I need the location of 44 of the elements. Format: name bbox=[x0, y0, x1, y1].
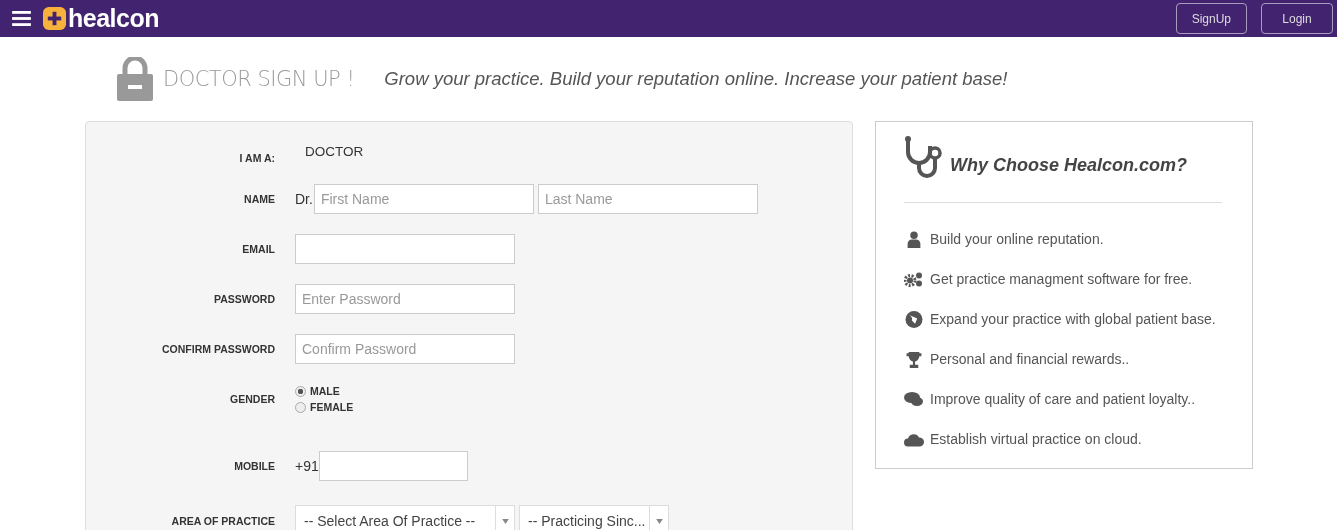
role-value: DOCTOR bbox=[304, 144, 364, 159]
field-label: EMAIL bbox=[242, 243, 275, 255]
stethoscope-icon bbox=[904, 136, 944, 180]
benefit-text: Establish virtual practice on cloud. bbox=[930, 431, 1142, 447]
benefit-text: Improve quality of care and patient loyalty.. bbox=[930, 391, 1196, 407]
field-label: NAME bbox=[244, 193, 275, 205]
text-field[interactable] bbox=[295, 234, 515, 264]
caret-icon bbox=[655, 518, 663, 524]
name-field[interactable]: Last Name bbox=[537, 184, 758, 214]
trophy-icon bbox=[904, 350, 924, 368]
menu-icon[interactable] bbox=[12, 11, 31, 26]
text-field[interactable]: Enter Password bbox=[295, 284, 515, 314]
field-label: CONFIRM PASSWORD bbox=[162, 343, 275, 355]
name-prefix: Dr. bbox=[295, 191, 313, 207]
mobile-field[interactable] bbox=[318, 451, 468, 481]
benefits-title: Why Choose Healcon.com? bbox=[950, 155, 1188, 177]
field-label: PASSWORD bbox=[213, 293, 275, 305]
radio-button[interactable] bbox=[295, 385, 306, 397]
dropdown[interactable]: -- Select Area Of Practice -- bbox=[295, 505, 515, 530]
dropdown[interactable]: -- Practicing Sinc... bbox=[519, 505, 669, 530]
logo-text[interactable]: healcon bbox=[68, 6, 159, 31]
field-label: GENDER bbox=[230, 393, 275, 405]
country-code: +91 bbox=[295, 458, 319, 474]
globe-icon bbox=[904, 310, 924, 328]
field-label: AREA OF PRACTICE bbox=[171, 515, 275, 527]
caret-icon bbox=[501, 518, 509, 524]
tagline: Grow your practice. Build your reputation online. Increase your patient base! bbox=[384, 68, 1008, 90]
field-label: MOBILE bbox=[234, 460, 275, 472]
radio-label: FEMALE bbox=[310, 401, 354, 413]
text-field[interactable]: Confirm Password bbox=[295, 334, 515, 364]
benefit-text: Personal and financial rewards.. bbox=[930, 351, 1130, 367]
benefit-text: Build your online reputation. bbox=[930, 231, 1104, 247]
lock-icon bbox=[117, 57, 153, 101]
header-button[interactable]: Login bbox=[1261, 3, 1333, 34]
radio-button[interactable] bbox=[295, 401, 306, 413]
radio-label: MALE bbox=[310, 385, 340, 397]
name-field[interactable]: First Name bbox=[313, 184, 534, 214]
benefit-text: Expand your practice with global patient base. bbox=[930, 311, 1216, 327]
benefit-text: Get practice managment software for free. bbox=[930, 271, 1193, 287]
plus-icon bbox=[43, 7, 66, 30]
field-label: I AM A: bbox=[239, 152, 275, 164]
page-heading: DOCTOR SIGN UP ! bbox=[163, 67, 355, 91]
header-button[interactable]: SignUp bbox=[1175, 3, 1247, 34]
chat-icon bbox=[904, 390, 924, 408]
